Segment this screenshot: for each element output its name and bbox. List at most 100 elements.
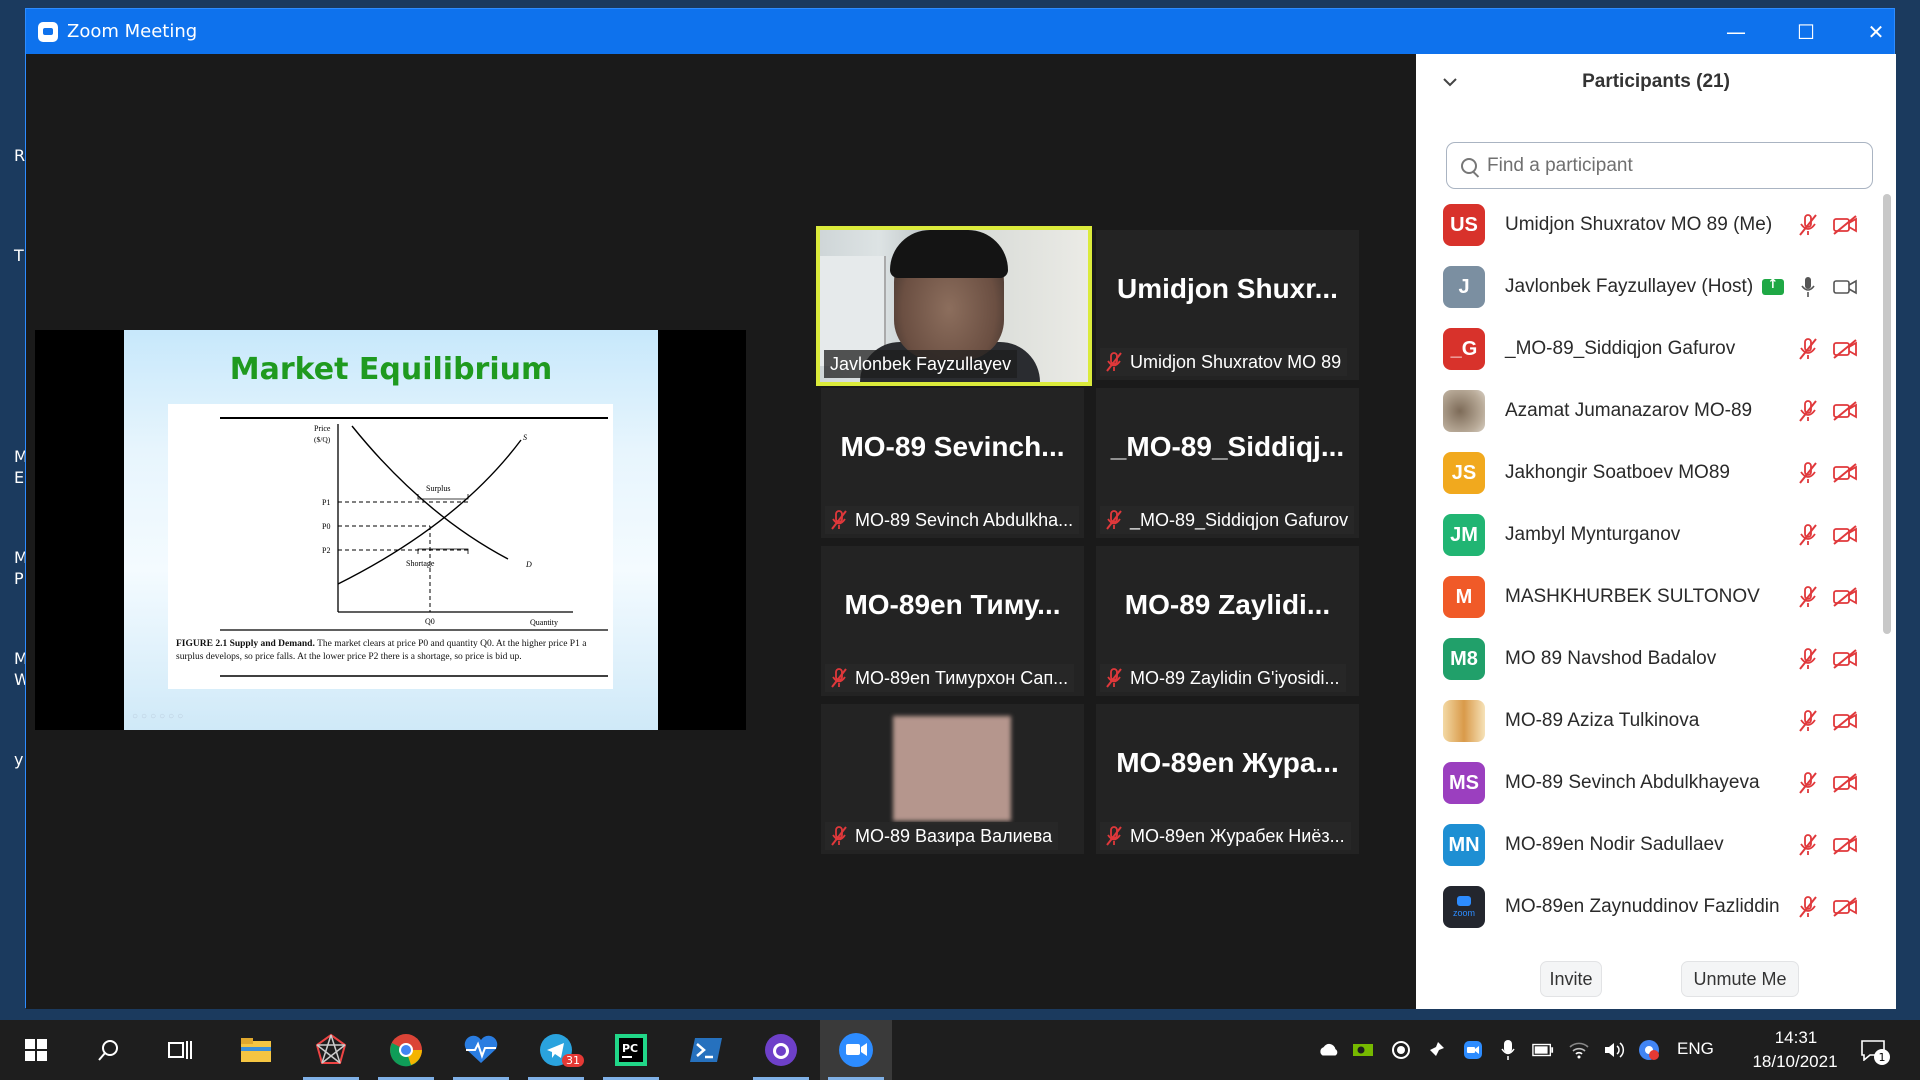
p0-label: P0 (322, 522, 330, 531)
participant-name: Jakhongir Soatboev MO89 (1505, 462, 1730, 483)
invite-button[interactable]: Invite (1540, 961, 1602, 997)
participant-row[interactable]: MS MO-89 Sevinch Abdulkhayeva (1416, 752, 1886, 814)
tile-name: Umidjon Shuxratov MO 89 (1130, 351, 1342, 372)
video-off-icon[interactable] (1832, 338, 1858, 360)
battery-icon[interactable] (1532, 1039, 1554, 1061)
muted-mic-icon[interactable] (1798, 709, 1818, 733)
search-icon[interactable] (72, 1020, 144, 1080)
muted-mic-icon[interactable] (1798, 771, 1818, 795)
nvidia-icon[interactable] (1352, 1039, 1374, 1061)
github-icon[interactable] (745, 1020, 817, 1080)
video-off-icon[interactable] (1832, 586, 1858, 608)
muted-mic-icon (831, 510, 847, 530)
telegram-icon[interactable]: 31 (520, 1020, 592, 1080)
shortage-label: Shortage (406, 559, 435, 568)
participant-name: Azamat Jumanazarov MO-89 (1505, 400, 1753, 421)
muted-mic-icon[interactable] (1798, 461, 1818, 485)
participant-row[interactable]: US Umidjon Shuxratov MO 89 (Me) (1416, 194, 1886, 256)
powershell-icon[interactable] (670, 1020, 742, 1080)
zoom-tray-icon[interactable] (1462, 1039, 1484, 1061)
participant-name: MO-89en Zaynuddinov Fazliddin (1505, 896, 1780, 917)
chrome-icon[interactable] (370, 1020, 442, 1080)
tile-name: Javlonbek Fayzullayev (830, 353, 1012, 374)
muted-mic-icon[interactable] (1798, 523, 1818, 547)
muted-mic-icon[interactable] (1798, 337, 1818, 361)
video-off-icon[interactable] (1832, 462, 1858, 484)
minimize-button[interactable]: — (1701, 9, 1771, 54)
video-tile[interactable]: MO-89 Вазира Валиева (821, 704, 1084, 854)
file-explorer-icon[interactable] (220, 1020, 292, 1080)
participant-row[interactable]: Azamat Jumanazarov MO-89 (1416, 380, 1886, 442)
video-off-icon[interactable] (1832, 648, 1858, 670)
muted-mic-icon[interactable] (1798, 895, 1818, 919)
video-tile[interactable]: Javlonbek Fayzullayev (816, 226, 1092, 386)
video-tile[interactable]: MO-89en Жура... MO-89en Журабек Ниёз... (1096, 704, 1359, 854)
participants-header: Participants (21) (1582, 71, 1730, 92)
maximize-button[interactable]: ☐ (1771, 9, 1841, 54)
video-tile[interactable]: _MO-89_Siddiqj... _MO-89_Siddiqjon Gafur… (1096, 388, 1359, 538)
notification-center-icon[interactable]: 1 (1858, 1039, 1890, 1065)
slide-controls[interactable]: ○○○○○○ (132, 711, 186, 722)
pycharm-icon[interactable]: PC (595, 1020, 667, 1080)
muted-mic-icon[interactable] (1798, 399, 1818, 423)
muted-mic-icon[interactable] (1798, 585, 1818, 609)
participant-row[interactable]: MN MO-89en Nodir Sadullaev (1416, 814, 1886, 876)
participant-row[interactable]: zoom MO-89en Zaynuddinov Fazliddin (1416, 876, 1886, 938)
start-icon[interactable] (0, 1020, 72, 1080)
avatar: _G (1443, 328, 1485, 370)
video-camera-icon[interactable] (1832, 276, 1858, 298)
title-bar[interactable]: Zoom Meeting — ☐ ✕ (26, 9, 1894, 54)
close-button[interactable]: ✕ (1841, 9, 1911, 54)
participant-row[interactable]: M8 MO 89 Navshod Badalov (1416, 628, 1886, 690)
muted-mic-icon[interactable] (1798, 213, 1818, 237)
participant-row[interactable]: _G _MO-89_Siddiqjon Gafurov (1416, 318, 1886, 380)
video-off-icon[interactable] (1832, 896, 1858, 918)
health-app-icon[interactable] (445, 1020, 517, 1080)
participant-row[interactable]: JS Jakhongir Soatboev MO89 (1416, 442, 1886, 504)
unmute-me-button[interactable]: Unmute Me (1681, 961, 1799, 997)
video-off-icon[interactable] (1832, 400, 1858, 422)
participant-row[interactable]: M MASHKHURBEK SULTONOV (1416, 566, 1886, 628)
mic-icon[interactable] (1798, 275, 1818, 299)
video-tile[interactable]: MO-89 Zaylidi... MO-89 Zaylidin G'iyosid… (1096, 546, 1359, 696)
muted-mic-icon[interactable] (1798, 647, 1818, 671)
telegram-badge: 31 (562, 1054, 584, 1067)
participants-scrollbar[interactable] (1883, 194, 1891, 634)
clock-date[interactable]: 18/10/2021 (1735, 1052, 1855, 1072)
network-app-icon[interactable] (295, 1020, 367, 1080)
tile-name-label: MO-89 Вазира Валиева (825, 822, 1059, 850)
video-tile[interactable]: Umidjon Shuxr... Umidjon Shuxratov MO 89 (1096, 230, 1359, 380)
desktop-label: T (14, 246, 24, 265)
meeting-area: Market Equilibrium Price ($/Q) P1 P0 P2 … (26, 54, 1416, 1009)
video-off-icon[interactable] (1832, 710, 1858, 732)
zoom-meeting-window: Zoom Meeting — ☐ ✕ Market Equilibrium Pr… (25, 8, 1896, 1009)
microphone-icon[interactable] (1497, 1039, 1519, 1061)
muted-mic-icon[interactable] (1798, 833, 1818, 857)
participant-name: Jambyl Mynturganov (1505, 524, 1681, 545)
video-tile[interactable]: MO-89en Тиму... MO-89en Тимурхон Сап... (821, 546, 1084, 696)
video-off-icon[interactable] (1832, 772, 1858, 794)
onedrive-icon[interactable] (1318, 1039, 1340, 1061)
participant-row[interactable]: JM Jambyl Mynturganov (1416, 504, 1886, 566)
video-off-icon[interactable] (1832, 214, 1858, 236)
participant-row[interactable]: J Javlonbek Fayzullayev (Host) (1416, 256, 1886, 318)
participant-row[interactable]: MO-89 Aziza Tulkinova (1416, 690, 1886, 752)
video-off-icon[interactable] (1832, 834, 1858, 856)
search-input[interactable] (1487, 154, 1847, 177)
volume-icon[interactable] (1603, 1039, 1625, 1061)
pin-icon[interactable] (1425, 1039, 1447, 1061)
participant-search[interactable] (1446, 142, 1873, 189)
shared-screen[interactable]: Market Equilibrium Price ($/Q) P1 P0 P2 … (35, 330, 746, 730)
language-indicator[interactable]: ENG (1677, 1039, 1714, 1059)
wifi-icon[interactable] (1568, 1039, 1590, 1061)
video-tile[interactable]: MO-89 Sevinch... MO-89 Sevinch Abdulkha.… (821, 388, 1084, 538)
record-icon[interactable] (1390, 1039, 1412, 1061)
video-off-icon[interactable] (1832, 524, 1858, 546)
zoom-icon[interactable] (820, 1020, 892, 1080)
chrome-update-icon[interactable] (1638, 1039, 1660, 1061)
avatar: JS (1443, 452, 1485, 494)
svg-text:PC: PC (622, 1042, 638, 1055)
task-view-icon[interactable] (144, 1020, 216, 1080)
avatar: MN (1443, 824, 1485, 866)
clock-time[interactable]: 14:31 (1760, 1028, 1832, 1048)
